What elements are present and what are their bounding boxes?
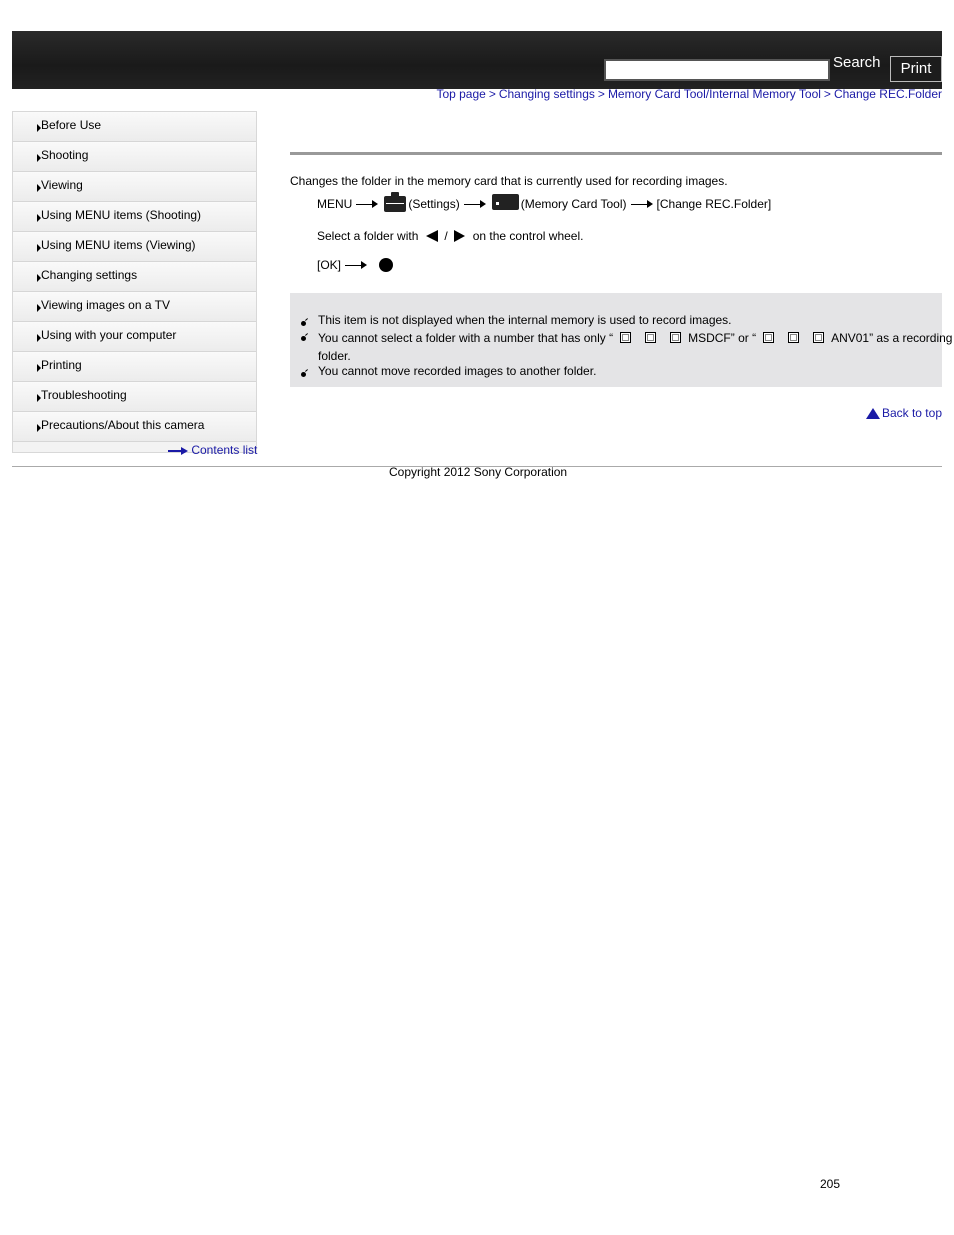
contents-list-link[interactable]: Contents list	[168, 443, 257, 457]
sidebar-item-shooting[interactable]: Shooting	[13, 142, 256, 172]
print-button[interactable]: Print	[890, 56, 942, 82]
square-icon	[813, 332, 825, 343]
square-icon	[620, 332, 632, 343]
sidebar-item-label: Changing settings	[41, 268, 138, 282]
bullet-icon	[301, 372, 306, 377]
title-divider	[290, 152, 942, 155]
memory-card-tool-icon	[491, 194, 519, 210]
page-number: 205	[820, 1177, 841, 1191]
breadcrumb-top-page[interactable]: Top page	[436, 87, 485, 101]
sidebar-item-viewing[interactable]: Viewing	[13, 172, 256, 202]
up-arrow-icon	[865, 407, 880, 419]
triangle-right-icon	[37, 184, 41, 192]
square-icon	[763, 332, 775, 343]
settings-label: (Settings)	[408, 197, 460, 211]
sidebar-item-before-use[interactable]: Before Use	[13, 112, 256, 142]
search-input[interactable]	[604, 59, 830, 81]
triangle-right-icon	[37, 244, 41, 252]
arrow-right-icon	[630, 200, 653, 208]
triangle-right-icon	[37, 364, 41, 372]
arrow-right-icon	[345, 261, 368, 269]
sidebar-item-computer[interactable]: Using with your computer	[13, 322, 256, 352]
sidebar-item-label: Viewing	[41, 178, 83, 192]
breadcrumb: Top page > Changing settings > Memory Card T…	[436, 87, 942, 101]
sidebar-item-menu-viewing[interactable]: Using MENU items (Viewing)	[13, 232, 256, 262]
step-ok: [OK]	[317, 258, 394, 272]
note-1: This item is not displayed when the inte…	[318, 313, 732, 327]
triangle-right-icon	[37, 154, 41, 162]
triangle-right-icon	[37, 424, 41, 432]
back-to-top-link[interactable]: Back to top	[865, 406, 942, 420]
ok-label: [OK]	[317, 258, 342, 272]
sidebar-item-label: Shooting	[41, 148, 89, 162]
note-2: You cannot select a folder with a number…	[318, 329, 952, 347]
arrow-right-icon	[356, 200, 379, 208]
change-rec-folder-label: [Change REC.Folder]	[656, 197, 772, 211]
arrow-right-icon	[168, 446, 188, 455]
note-2-part-3: ANV01” as a recording	[831, 331, 953, 345]
sidebar-item-label: Using MENU items (Shooting)	[41, 208, 202, 222]
step-select-folder: Select a folder with / on the control wh…	[317, 229, 583, 243]
square-icon	[670, 332, 682, 343]
square-icon	[645, 332, 657, 343]
sidebar-item-label: Using with your computer	[41, 328, 177, 342]
copyright-text: Copyright 2012 Sony Corporation	[389, 465, 568, 479]
contents-list-label: Contents list	[191, 443, 258, 457]
sidebar-item-printing[interactable]: Printing	[13, 352, 256, 382]
sidebar-item-label: Using MENU items (Viewing)	[41, 238, 196, 252]
sidebar-item-label: Troubleshooting	[41, 388, 127, 402]
breadcrumb-separator: >	[823, 87, 831, 101]
triangle-right-icon	[37, 304, 41, 312]
intro-text: Changes the folder in the memory card th…	[290, 174, 728, 188]
breadcrumb-separator: >	[597, 87, 605, 101]
sidebar-item-precautions[interactable]: Precautions/About this camera	[13, 412, 256, 442]
triangle-right-icon	[37, 124, 41, 132]
sidebar-item-viewing-tv[interactable]: Viewing images on a TV	[13, 292, 256, 322]
header-bar: Search Print	[12, 31, 942, 89]
triangle-right-icon	[37, 274, 41, 282]
breadcrumb-change-rec-folder[interactable]: Change REC.Folder	[834, 87, 942, 101]
menu-label: MENU	[317, 197, 353, 211]
square-icon	[788, 332, 800, 343]
breadcrumb-changing-settings[interactable]: Changing settings	[499, 87, 595, 101]
right-arrow-icon	[453, 230, 465, 242]
select-folder-text: Select a folder with	[317, 229, 419, 243]
notes-box: This item is not displayed when the inte…	[290, 293, 952, 387]
sidebar-item-troubleshooting[interactable]: Troubleshooting	[13, 382, 256, 412]
search-button[interactable]: Search	[833, 54, 881, 71]
control-wheel-text: on the control wheel.	[472, 229, 584, 243]
sidebar-item-changing-settings[interactable]: Changing settings	[13, 262, 256, 292]
sidebar-item-label: Before Use	[41, 118, 102, 132]
sidebar-item-label: Printing	[41, 358, 82, 372]
toolbox-settings-icon	[384, 192, 407, 212]
sidebar-item-label: Precautions/About this camera	[41, 418, 205, 432]
breadcrumb-memory-card-tool[interactable]: Memory Card Tool/Internal Memory Tool	[608, 87, 821, 101]
bullet-icon	[301, 336, 306, 341]
sidebar-item-label: Viewing images on a TV	[41, 298, 170, 312]
sidebar-nav: Before Use Shooting Viewing Using MENU i…	[12, 111, 257, 453]
note-2-part-1: You cannot select a folder with a number…	[318, 331, 614, 345]
arrow-right-icon	[463, 200, 486, 208]
step-menu-path: MENU (Settings) (Memory Card Tool) [Chan…	[317, 192, 772, 212]
note-3: You cannot move recorded images to anoth…	[318, 364, 597, 378]
triangle-right-icon	[37, 394, 41, 402]
memory-card-tool-label: (Memory Card Tool)	[520, 197, 627, 211]
breadcrumb-separator: >	[488, 87, 496, 101]
center-button-icon	[379, 258, 394, 272]
bullet-icon	[301, 321, 306, 326]
note-2-part-2: MSDCF” or “	[688, 331, 757, 345]
left-arrow-icon	[426, 230, 439, 242]
back-to-top-label: Back to top	[881, 406, 942, 420]
triangle-right-icon	[37, 214, 41, 222]
sidebar-item-menu-shooting[interactable]: Using MENU items (Shooting)	[13, 202, 256, 232]
triangle-right-icon	[37, 334, 41, 342]
slash-text: /	[444, 229, 448, 243]
